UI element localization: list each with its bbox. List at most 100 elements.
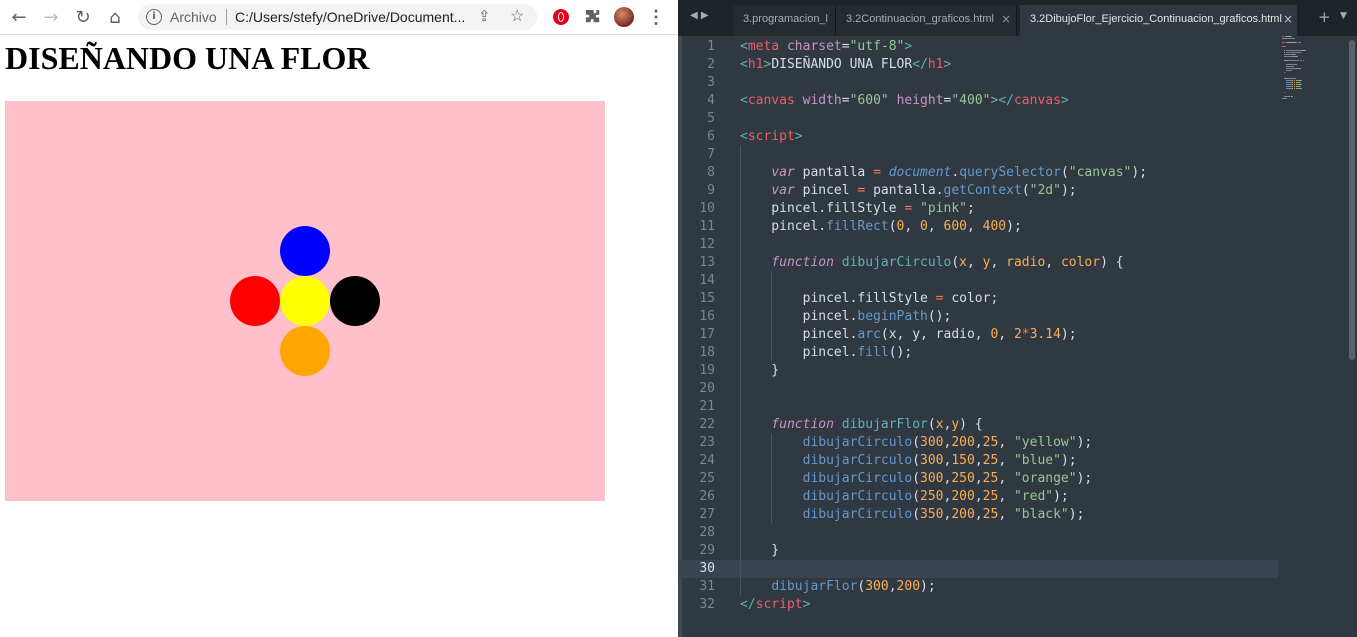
code-line[interactable]: 12	[678, 236, 1278, 254]
code-area[interactable]: 1 <meta charset="utf-8"> 2 <h1>DISEÑANDO UN…	[678, 36, 1357, 637]
flower-circle-orange	[280, 326, 330, 376]
editor-tab-bar: ◀ ▶ 3.programacion_l 3.2Continuacion_gra…	[678, 0, 1357, 36]
reload-icon: ↻	[75, 6, 91, 28]
tab-label: 3.2DibujoFlor_Ejercicio_Continuacion_gra…	[1030, 13, 1282, 25]
code-text: <script>	[740, 129, 803, 144]
share-icon[interactable]: ⇪	[478, 7, 491, 25]
code-line[interactable]: 20	[678, 380, 1278, 398]
code-line[interactable]: 25 dibujarCirculo(300,250,25, "orange");	[678, 470, 1278, 488]
code-line[interactable]: 14	[678, 272, 1278, 290]
line-number: 6	[707, 129, 715, 144]
line-number: 4	[707, 93, 715, 108]
code-line[interactable]: 7	[678, 146, 1278, 164]
editor-scrollbar[interactable]	[1349, 40, 1355, 360]
reload-button[interactable]: ↻	[71, 5, 95, 29]
address-separator	[226, 9, 227, 25]
line-number: 15	[699, 291, 715, 306]
line-number: 16	[699, 309, 715, 324]
code-line[interactable]: 17 pincel.arc(x, y, radio, 0, 2*3.14);	[678, 326, 1278, 344]
code-line[interactable]: 2 <h1>DISEÑANDO UNA FLOR</h1>	[678, 56, 1278, 74]
code-line[interactable]: 5	[678, 110, 1278, 128]
code-line[interactable]: 6 <script>	[678, 128, 1278, 146]
line-number: 20	[699, 381, 715, 396]
code-line[interactable]: 27 dibujarCirculo(350,200,25, "black");	[678, 506, 1278, 524]
more-menu-icon[interactable]: ⋮	[645, 6, 667, 28]
code-line[interactable]: 31 dibujarFlor(300,200);	[678, 578, 1278, 596]
menu-dots: ⋮	[647, 6, 665, 27]
code-line[interactable]: 11 pincel.fillRect(0, 0, 600, 400);	[678, 218, 1278, 236]
tab-dibujo-flor[interactable]: 3.2DibujoFlor_Ejercicio_Continuacion_gra…	[1020, 5, 1297, 36]
line-number: 29	[699, 543, 715, 558]
tab-continuacion-graficos[interactable]: 3.2Continuacion_graficos.html ×	[836, 5, 1017, 36]
line-number: 21	[699, 399, 715, 414]
code-line[interactable]: 23 dibujarCirculo(300,200,25, "yellow");	[678, 434, 1278, 452]
code-text: pincel.arc(x, y, radio, 0, 2*3.14);	[740, 327, 1077, 342]
code-line[interactable]: 10 pincel.fillStyle = "pink";	[678, 200, 1278, 218]
line-number: 30	[699, 561, 715, 576]
code-line[interactable]: 4 <canvas width="600" height="400"></canv…	[678, 92, 1278, 110]
code-line[interactable]: 3	[678, 74, 1278, 92]
code-line[interactable]: 29 }	[678, 542, 1278, 560]
line-number: 14	[699, 273, 715, 288]
code-line[interactable]: 8 var pantalla = document.querySelector(…	[678, 164, 1278, 182]
code-line[interactable]: 15 pincel.fillStyle = color;	[678, 290, 1278, 308]
code-line[interactable]: 28	[678, 524, 1278, 542]
code-text: pincel.fillRect(0, 0, 600, 400);	[740, 219, 1022, 234]
code-line[interactable]: 30	[678, 560, 1278, 578]
code-line[interactable]: 16 pincel.beginPath();	[678, 308, 1278, 326]
profile-avatar[interactable]	[613, 6, 635, 28]
back-button[interactable]: ←	[7, 5, 31, 29]
tab-nav-arrows-icon[interactable]: ◀ ▶	[690, 10, 709, 21]
code-text: function dibujarFlor(x,y) {	[771, 417, 983, 432]
line-number: 27	[699, 507, 715, 522]
forward-button[interactable]: →	[39, 5, 63, 29]
code-line[interactable]: 26 dibujarCirculo(250,200,25, "red");	[678, 488, 1278, 506]
opera-icon[interactable]	[550, 6, 572, 28]
arrow-right-icon: →	[43, 6, 59, 28]
home-icon: ⌂	[109, 6, 121, 28]
code-line[interactable]: 13 function dibujarCirculo(x, y, radio, …	[678, 254, 1278, 272]
line-number: 17	[699, 327, 715, 342]
line-number: 1	[707, 39, 715, 54]
home-button[interactable]: ⌂	[103, 5, 127, 29]
line-number: 12	[699, 237, 715, 252]
flower-circle-red	[230, 276, 280, 326]
address-bar[interactable]: i Archivo C:/Users/stefy/OneDrive/Docume…	[138, 4, 537, 30]
code-text: dibujarCirculo(250,200,25, "red");	[802, 489, 1069, 504]
line-number: 19	[699, 363, 715, 378]
code-line[interactable]: 22 function dibujarFlor(x,y) {	[678, 416, 1278, 434]
code-line[interactable]: 18 pincel.fill();	[678, 344, 1278, 362]
code-text: var pantalla = document.querySelector("c…	[771, 165, 1148, 180]
minimap[interactable]	[1282, 36, 1342, 116]
line-number: 22	[699, 417, 715, 432]
tab-programacion[interactable]: 3.programacion_l	[733, 5, 836, 36]
code-line[interactable]: 9 var pincel = pantalla.getContext("2d")…	[678, 182, 1278, 200]
bookmark-star-icon[interactable]: ☆	[510, 6, 524, 26]
flower-circle-blue	[280, 226, 330, 276]
flower-canvas	[5, 101, 605, 501]
info-icon[interactable]: i	[146, 9, 162, 25]
code-line[interactable]: 21	[678, 398, 1278, 416]
code-text: dibujarCirculo(300,250,25, "orange");	[802, 471, 1093, 486]
close-tab-icon[interactable]: ×	[1001, 5, 1011, 34]
code-text: <h1>DISEÑANDO UNA FLOR</h1>	[740, 57, 952, 72]
code-text: dibujarCirculo(300,150,25, "blue");	[802, 453, 1077, 468]
line-number: 7	[707, 147, 715, 162]
code-line[interactable]: 1 <meta charset="utf-8">	[678, 38, 1278, 56]
code-editor: ◀ ▶ 3.programacion_l 3.2Continuacion_gra…	[678, 0, 1357, 637]
line-number: 26	[699, 489, 715, 504]
puzzle-icon[interactable]	[582, 6, 604, 28]
code-text: function dibujarCirculo(x, y, radio, col…	[771, 255, 1124, 270]
line-number: 25	[699, 471, 715, 486]
code-line[interactable]: 19 }	[678, 362, 1278, 380]
tabs-dropdown-icon[interactable]: ▼	[1340, 11, 1347, 21]
code-text: <canvas width="600" height="400"></canva…	[740, 93, 1069, 108]
code-line[interactable]: 32 </script>	[678, 596, 1278, 614]
code-text: }	[740, 543, 780, 558]
close-tab-icon[interactable]: ×	[1283, 5, 1293, 34]
code-line[interactable]: 24 dibujarCirculo(300,150,25, "blue");	[678, 452, 1278, 470]
arrow-left-icon: ←	[11, 6, 27, 28]
new-tab-icon[interactable]: +	[1318, 8, 1331, 26]
code-text: pincel.fill();	[740, 345, 913, 360]
url-text[interactable]: C:/Users/stefy/OneDrive/Document...	[235, 9, 465, 25]
